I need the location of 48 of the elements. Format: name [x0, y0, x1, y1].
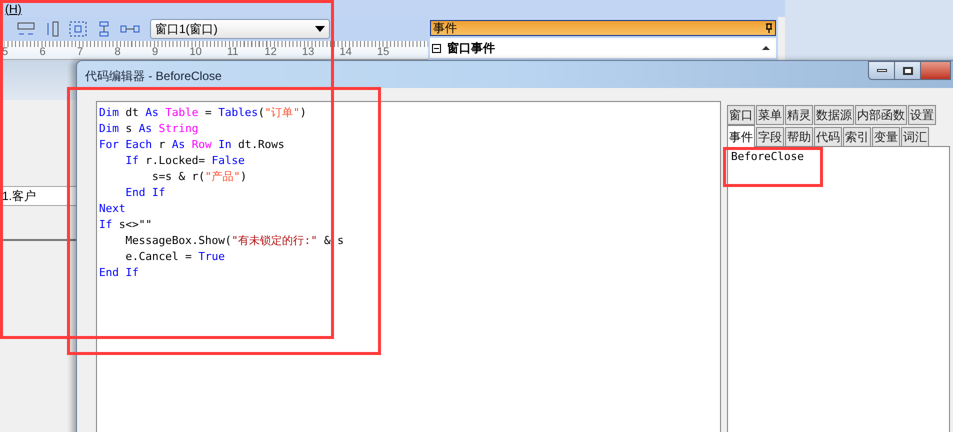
code-area[interactable]: Dim dt As Table = Tables("订单") Dim s As String For Each r As Row In dt.Rows If r.Locked= False s=s & r("产品") End If Next If s<>"" MessageBox.Show("有未锁定的行:" & s e.Cancel = True End If	[96, 101, 721, 432]
code-line: Next	[99, 201, 126, 217]
ruler-label: 14	[338, 46, 353, 59]
tab[interactable]: 数据源	[814, 105, 854, 125]
code-line: If r.Locked= False	[124, 153, 246, 169]
ruler-label: 15	[376, 46, 390, 59]
ruler-label: 13	[301, 46, 316, 59]
window-select[interactable]: 窗口1(窗口)	[150, 19, 330, 39]
ruler-label: 10	[188, 46, 203, 59]
code-line: If s<>""	[99, 217, 153, 233]
tab[interactable]: 索引	[843, 127, 871, 147]
code-line: End If	[124, 185, 166, 201]
window-title: 代码编辑器 - BeforeClose	[85, 68, 222, 85]
menu-item[interactable]: (H)	[5, 2, 22, 14]
panel-header: 事件	[430, 20, 776, 36]
ruler-label: 12	[264, 46, 278, 59]
tab[interactable]: 窗口	[727, 105, 755, 125]
ruler-label: 6	[38, 46, 47, 59]
code-line: e.Cancel = True	[124, 249, 226, 265]
code-line: MessageBox.Show("有未锁定的行:" & s	[124, 233, 345, 249]
tab[interactable]: 变量	[872, 127, 900, 147]
minimize-button[interactable]	[868, 61, 895, 80]
code-line: s=s & r("产品")	[150, 169, 248, 185]
scroll-up-icon	[762, 46, 770, 50]
list-item[interactable]: BeforeClose	[731, 150, 804, 164]
collapse-icon[interactable]	[432, 44, 441, 52]
tab[interactable]: 字段	[756, 127, 784, 147]
code-line: For Each r As Row In dt.Rows	[99, 137, 286, 153]
tab[interactable]: 设置	[908, 105, 936, 125]
tab[interactable]: 词汇	[901, 127, 929, 147]
ruler-label: 9	[151, 46, 160, 59]
code-line: End If	[99, 265, 140, 281]
tab[interactable]: 帮助	[785, 127, 813, 147]
tab[interactable]: 代码	[814, 127, 842, 147]
ruler-label: 11	[226, 46, 240, 59]
tab[interactable]: 精灵	[785, 105, 813, 125]
code-line: Dim dt As Table = Tables("订单")	[99, 105, 308, 121]
ruler-label: 7	[76, 46, 84, 59]
tab[interactable]: 内部函数	[855, 105, 907, 125]
dropdown-arrow-icon	[315, 26, 325, 32]
tab[interactable]: 菜单	[756, 105, 784, 125]
code-line: Dim s As String	[99, 121, 200, 137]
section-title: 窗口事件	[447, 40, 495, 57]
maximize-button[interactable]	[895, 61, 921, 80]
tab[interactable]: 事件	[727, 125, 755, 147]
ruler-label: 8	[114, 46, 122, 59]
pin-icon[interactable]	[765, 23, 773, 33]
center-icon[interactable]	[68, 20, 88, 38]
